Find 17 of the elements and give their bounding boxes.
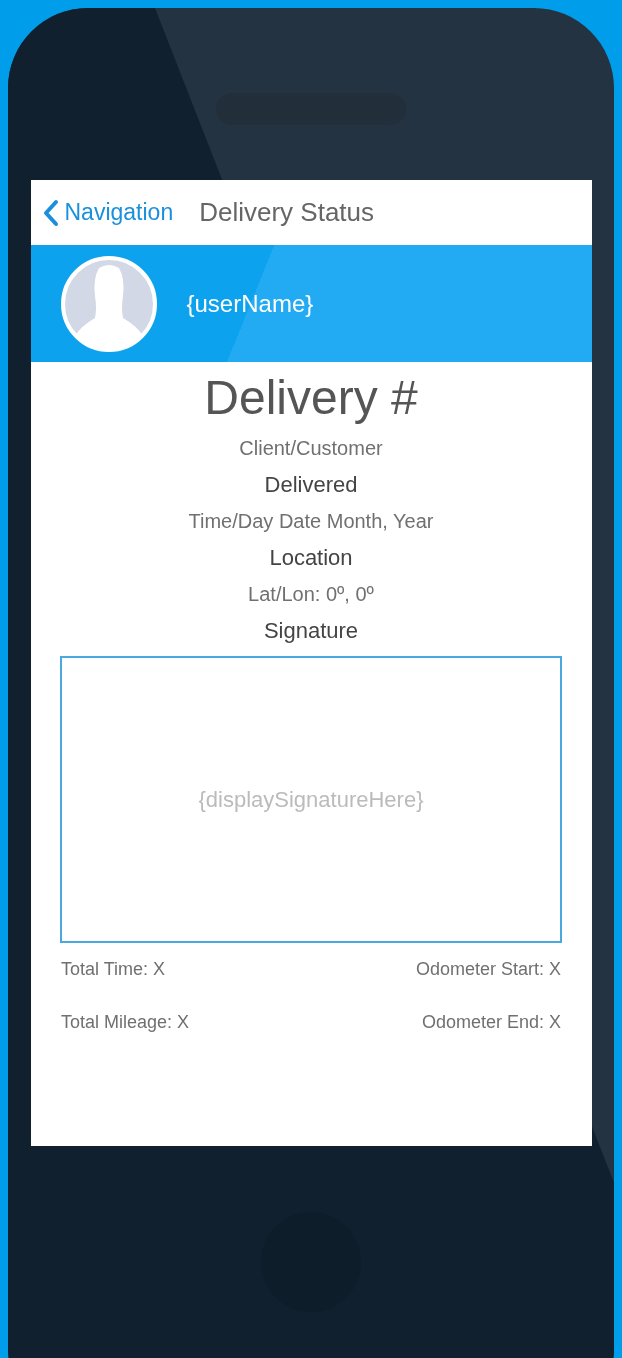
back-chevron-icon: [42, 198, 59, 227]
section-heading: Delivered: [264, 472, 358, 498]
stat-label: Total Mileage: X: [61, 1012, 190, 1033]
section-value: Time/Day Date Month, Year: [188, 510, 434, 533]
stat-label: Total Time: X: [61, 959, 166, 980]
section-heading: Location: [269, 545, 353, 571]
back-link[interactable]: Navigation: [42, 198, 174, 227]
delivery-title: Delivery #: [204, 370, 418, 425]
stat-label: Odometer End: X: [421, 1012, 561, 1033]
client-name: Client/Customer: [239, 437, 383, 460]
avatar-icon: [60, 255, 157, 352]
signature-placeholder-text: {displaySignatureHere}: [198, 786, 424, 813]
screen-title: Delivery Status: [199, 197, 375, 228]
section-heading: Signature: [263, 618, 359, 644]
section-value: Lat/Lon: 0º, 0º: [248, 583, 374, 606]
stat-label: Odometer Start: X: [415, 959, 561, 980]
user-name: {userName}: [186, 289, 314, 318]
